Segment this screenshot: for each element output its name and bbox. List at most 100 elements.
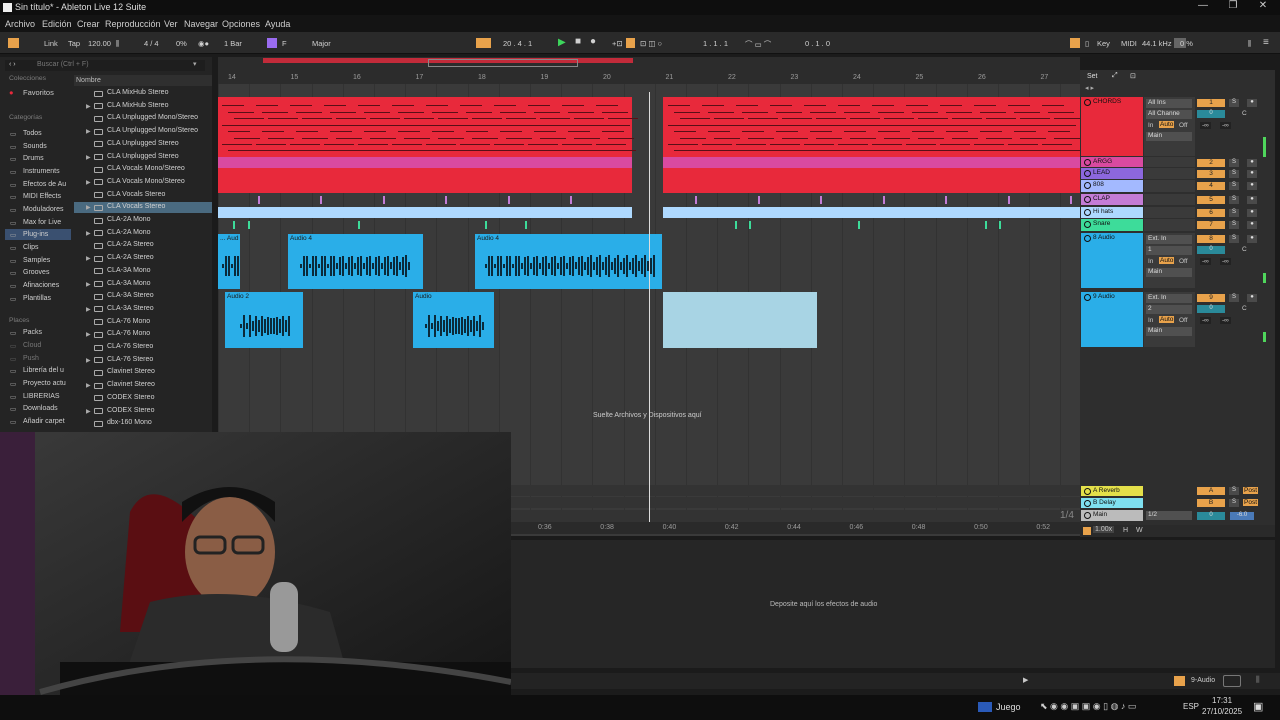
beat-ruler[interactable]: 14 15 16 17 18 19 20 21 22 23 24 25 26 27 (218, 70, 1080, 84)
track-number[interactable]: 3 (1197, 170, 1225, 178)
expand-arrow-icon[interactable]: ▶ (86, 230, 91, 237)
file-item[interactable]: CLA-3A Stereo (107, 305, 154, 312)
nudge-icon[interactable]: ⫼ (116, 39, 119, 49)
overview-strip[interactable] (218, 57, 1080, 70)
w-button[interactable]: W (1136, 527, 1143, 534)
clock-time[interactable]: 17:31 (1212, 696, 1232, 705)
midi-clip-hihats[interactable] (218, 207, 632, 218)
expand-arrow-icon[interactable]: ▶ (86, 255, 91, 262)
monitor-auto[interactable]: Auto (1159, 257, 1175, 264)
track-header[interactable]: LEAD (1081, 168, 1143, 179)
play-button[interactable]: ▶ (558, 37, 566, 48)
output-select[interactable]: Main (1146, 132, 1192, 141)
sidebar-place-item[interactable]: Downloads (23, 405, 58, 412)
solo-button[interactable]: S (1229, 294, 1239, 302)
arm-button[interactable]: ● (1247, 294, 1257, 302)
back-icon[interactable]: ‹ › (9, 61, 16, 68)
follow-button[interactable] (476, 38, 491, 48)
link-button[interactable]: Link (44, 39, 58, 48)
quantize-select[interactable]: 1 Bar (224, 39, 242, 48)
track-fold-icon[interactable] (1084, 512, 1091, 519)
expand-icon[interactable]: ⤢ (1112, 72, 1118, 80)
file-item[interactable]: CLA-3A Mono (107, 267, 151, 274)
monitor-off[interactable]: Off (1179, 122, 1188, 129)
arm-button[interactable]: ● (1247, 209, 1257, 217)
send-a-value[interactable]: -∞ (1200, 317, 1211, 324)
track-header[interactable]: 8 Audio (1081, 233, 1143, 288)
file-item[interactable]: CODEX Stereo (107, 407, 154, 414)
record-button[interactable]: ● (590, 36, 596, 47)
file-item[interactable]: CLA-2A Mono (107, 216, 151, 223)
send-a-value[interactable]: -∞ (1200, 258, 1211, 265)
track-name[interactable]: Snare (1093, 220, 1110, 227)
file-item[interactable]: CLA Unplugged Stereo (107, 140, 179, 147)
track-fold-icon[interactable] (1084, 488, 1091, 495)
loop-selection[interactable] (663, 292, 817, 348)
sidebar-category-item[interactable]: Clips (23, 244, 39, 251)
pan-label[interactable]: C (1242, 246, 1247, 253)
lock-icon[interactable]: ⊡ (1130, 72, 1136, 80)
midi-clip-lead[interactable] (218, 168, 632, 180)
monitor-in[interactable]: In (1148, 317, 1153, 324)
view-switch-icon[interactable] (1223, 675, 1241, 687)
expand-arrow-icon[interactable]: ▶ (86, 357, 91, 364)
file-item[interactable]: CLA Unplugged Mono/Stereo (107, 127, 198, 134)
monitor-auto[interactable]: Auto (1159, 316, 1175, 323)
input-channel-select[interactable]: All Channe (1146, 110, 1192, 119)
file-item[interactable]: Clavinet Stereo (107, 381, 155, 388)
keymap-icon[interactable]: ▯ (1085, 39, 1089, 48)
file-item[interactable]: dbx-160 Mono (107, 419, 152, 426)
sidebar-place-item[interactable]: LIBRERIAS (23, 393, 60, 400)
arm-button[interactable]: ● (1247, 182, 1257, 190)
menu-ayuda[interactable]: Ayuda (265, 19, 290, 29)
metronome-pct[interactable]: 0% (176, 39, 187, 48)
midi-clip-hihats[interactable] (663, 207, 1080, 218)
expand-arrow-icon[interactable]: ▶ (86, 281, 91, 288)
track-number[interactable]: 7 (1197, 221, 1225, 229)
solo-button[interactable]: S (1229, 99, 1239, 107)
signature-field[interactable]: 4 / 4 (144, 39, 159, 48)
master-db[interactable]: -6.0 (1230, 512, 1254, 520)
solo-button[interactable]: S (1229, 487, 1239, 495)
overdub-icon[interactable]: +⊡ (612, 39, 623, 48)
midi-clip-chords[interactable] (218, 97, 632, 157)
language-indicator[interactable]: ESP (1183, 702, 1199, 711)
sidebar-category-item[interactable]: Grooves (23, 269, 49, 276)
menu-reproduccion[interactable]: Reproducción (105, 19, 161, 29)
device-view[interactable]: Deposite aquí los efectos de audio (511, 540, 1275, 668)
track-fold-icon[interactable] (1084, 209, 1091, 216)
tap-button[interactable]: Tap (68, 39, 80, 48)
arm-button[interactable]: ● (1247, 235, 1257, 243)
track-number[interactable]: 1 (1197, 99, 1225, 107)
arm-button[interactable]: ● (1247, 196, 1257, 204)
track-name[interactable]: ARGG (1093, 158, 1112, 165)
scale-mode-icon[interactable] (267, 38, 277, 48)
post-button[interactable]: Post (1243, 499, 1259, 506)
bpm-scale[interactable]: 1.00x (1093, 526, 1115, 533)
monitor-in[interactable]: In (1148, 122, 1153, 129)
send-b-value[interactable]: -∞ (1220, 122, 1231, 129)
expand-arrow-icon[interactable]: ▶ (86, 331, 91, 338)
sidebar-category-item[interactable]: Todos (23, 130, 42, 137)
notification-icon[interactable]: ▣ (1253, 700, 1263, 713)
menu-archivo[interactable]: Archivo (5, 19, 35, 29)
menu-navegar[interactable]: Navegar (184, 19, 218, 29)
file-item[interactable]: CODEX Stereo (107, 394, 154, 401)
file-item[interactable]: CLA-2A Stereo (107, 254, 154, 261)
loop-start[interactable]: 1 . 1 . 1 (703, 39, 728, 48)
file-item[interactable]: CLA Unplugged Stereo (107, 153, 179, 160)
file-item[interactable]: CLA-3A Stereo (107, 292, 154, 299)
output-select[interactable]: Main (1146, 327, 1192, 336)
file-item[interactable]: CLA-2A Mono (107, 229, 151, 236)
menu-lines-icon[interactable]: ≡ (1263, 37, 1269, 48)
tray-icons[interactable]: ⬉ ◉ ◉ ▣ ▣ ◉ ▯ ◍ ♪ ▭ (1040, 701, 1136, 712)
file-item[interactable]: CLA-3A Mono (107, 280, 151, 287)
input-type-select[interactable]: Ext. In (1146, 294, 1192, 303)
file-item[interactable]: CLA Vocals Mono/Stereo (107, 178, 185, 185)
game-app-label[interactable]: Juego (996, 702, 1021, 712)
track-fold-icon[interactable] (1084, 294, 1091, 301)
return-name[interactable]: A Reverb (1093, 487, 1120, 494)
sidebar-category-item[interactable]: Samples (23, 257, 50, 264)
track-fold-icon[interactable] (1084, 235, 1091, 242)
sidebar-favorites[interactable]: Favoritos (23, 88, 54, 97)
